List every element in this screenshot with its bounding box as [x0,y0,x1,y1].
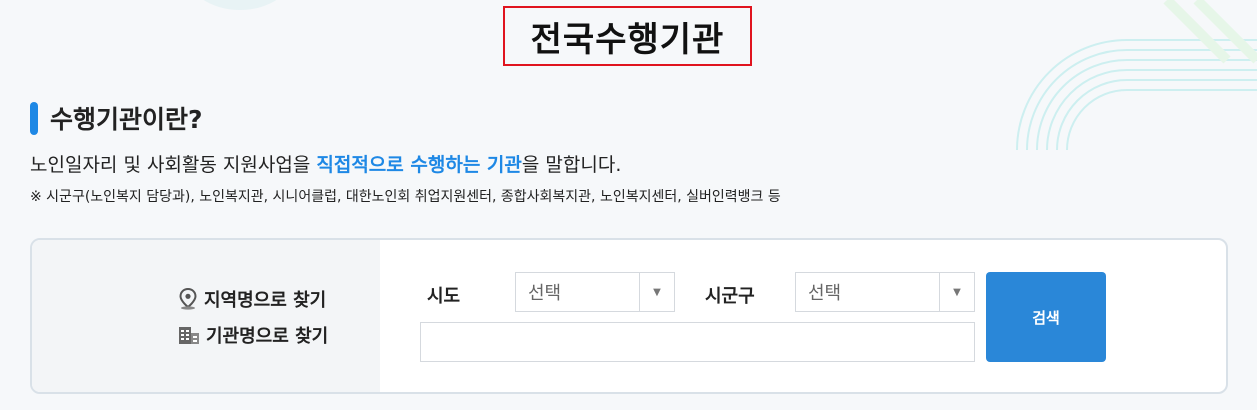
page-title: 전국수행기관 [530,19,725,60]
search-panel: 지역명으로 찾기 기관명으로 찾기 시도 선택 ▼ 시군구 선택 ▼ 검색 [30,238,1228,394]
decorative-arcs [1016,0,1257,150]
section-title: 수행기관이란? [50,105,203,134]
search-by-region-label: 지역명으로 찾기 [204,290,327,311]
sido-select[interactable]: 선택 ▼ [515,272,675,312]
search-by-region[interactable]: 지역명으로 찾기 [178,286,326,312]
agency-name-input[interactable] [420,322,975,362]
sido-label: 시도 [427,286,461,307]
location-pin-icon [179,288,197,310]
search-mode-panel: 지역명으로 찾기 기관명으로 찾기 [32,240,380,392]
search-by-agency-label: 기관명으로 찾기 [206,326,329,347]
section-header: 수행기관이란? [30,100,203,136]
description-text: 노인일자리 및 사회활동 지원사업을 [30,154,317,176]
description-text-end: 을 말합니다. [521,154,622,176]
building-icon [179,327,199,344]
description-highlight: 직접적으로 수행하는 기관 [316,154,522,176]
chevron-down-icon[interactable]: ▼ [639,273,674,311]
sido-select-value: 선택 [528,283,562,304]
search-by-agency[interactable]: 기관명으로 찾기 [178,322,328,348]
sigungu-select-value: 선택 [808,283,842,304]
sigungu-label: 시군구 [705,286,755,307]
search-button[interactable]: 검색 [986,272,1106,362]
decorative-circle [185,0,295,10]
section-note: ※ 시군구(노인복지 담당과), 노인복지관, 시니어클럽, 대한노인회 취업지… [30,189,781,205]
section-description: 노인일자리 및 사회활동 지원사업을 직접적으로 수행하는 기관을 말합니다. [30,150,621,177]
sigungu-select[interactable]: 선택 ▼ [795,272,975,312]
page-title-box: 전국수행기관 [503,6,752,66]
chevron-down-icon[interactable]: ▼ [939,273,974,311]
section-marker [30,101,38,135]
